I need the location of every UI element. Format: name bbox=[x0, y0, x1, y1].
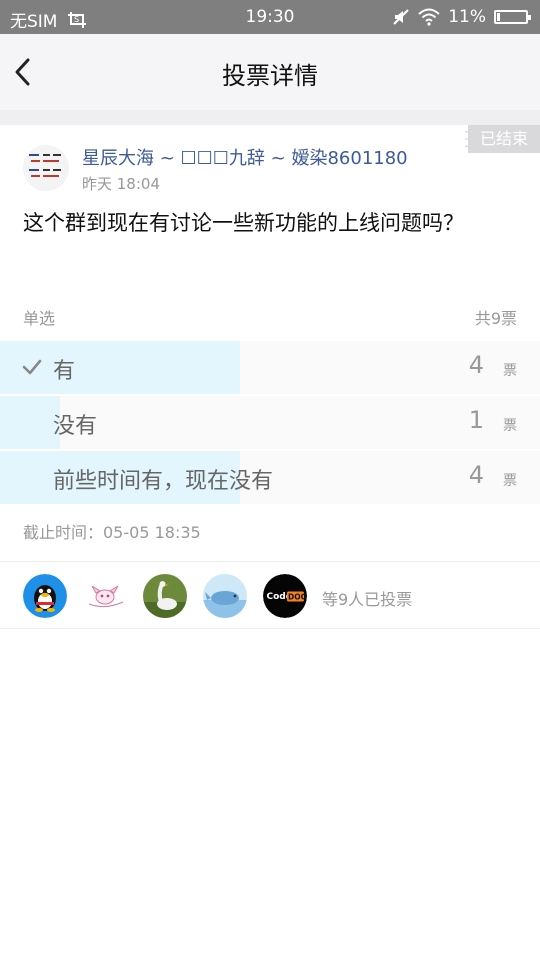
poll-option[interactable]: 没有 1 票 bbox=[0, 396, 540, 449]
divider bbox=[0, 628, 540, 629]
checkmark-icon bbox=[22, 359, 42, 375]
author-name[interactable]: 星辰大海 ~ ☐☐☐九辞 ~ 嫒染8601180 bbox=[82, 144, 408, 170]
author-avatar[interactable] bbox=[23, 145, 69, 191]
battery-fill bbox=[497, 13, 501, 21]
poll-deadline: 截止时间：05-05 18:35 bbox=[23, 523, 201, 542]
option-vote-count: 1 bbox=[468, 406, 484, 434]
poll-card: 已结束 星辰大海 ~ ☐☐☐九辞 ~ 嫒染8601180 昨天 18:04 这个… bbox=[0, 125, 540, 629]
option-label: 前些时间有，现在没有 bbox=[53, 469, 274, 494]
voter-avatar[interactable] bbox=[203, 574, 247, 618]
vote-unit: 票 bbox=[503, 473, 517, 489]
wifi-icon bbox=[418, 8, 440, 26]
battery-icon bbox=[494, 10, 531, 24]
battery-percent: 11% bbox=[448, 7, 486, 27]
option-label: 没有 bbox=[53, 414, 98, 439]
nav-header: 投票详情 bbox=[0, 34, 540, 111]
poll-question: 这个群到现在有讨论一些新功能的上线问题吗？ bbox=[23, 211, 464, 235]
vote-unit: 票 bbox=[503, 363, 517, 379]
voter-avatar[interactable] bbox=[23, 574, 67, 618]
voter-avatar[interactable] bbox=[83, 574, 127, 618]
ended-badge: 已结束 bbox=[465, 125, 540, 153]
section-gap bbox=[0, 111, 540, 125]
vote-share-bar bbox=[0, 396, 60, 449]
vote-unit: 票 bbox=[503, 418, 517, 434]
poll-total-votes: 共9票 bbox=[474, 309, 517, 328]
voter-avatar[interactable]: Code DOG bbox=[263, 574, 307, 618]
option-vote-count: 4 bbox=[468, 351, 484, 379]
status-bar: 无SIM S 19:30 11% bbox=[0, 0, 540, 34]
svg-text:DOG: DOG bbox=[288, 593, 307, 602]
page-title: 投票详情 bbox=[222, 62, 318, 90]
poll-option[interactable]: 有 4 票 bbox=[0, 341, 540, 394]
mute-icon bbox=[393, 9, 409, 25]
voters-summary[interactable]: 等9人已投票 bbox=[322, 586, 412, 610]
poll-option[interactable]: 前些时间有，现在没有 4 票 bbox=[0, 451, 540, 504]
divider bbox=[0, 561, 540, 562]
poll-mode: 单选 bbox=[23, 309, 56, 328]
post-time: 昨天 18:04 bbox=[82, 175, 160, 193]
voter-avatar[interactable] bbox=[143, 574, 187, 618]
option-vote-count: 4 bbox=[468, 461, 484, 489]
option-label: 有 bbox=[53, 359, 76, 384]
